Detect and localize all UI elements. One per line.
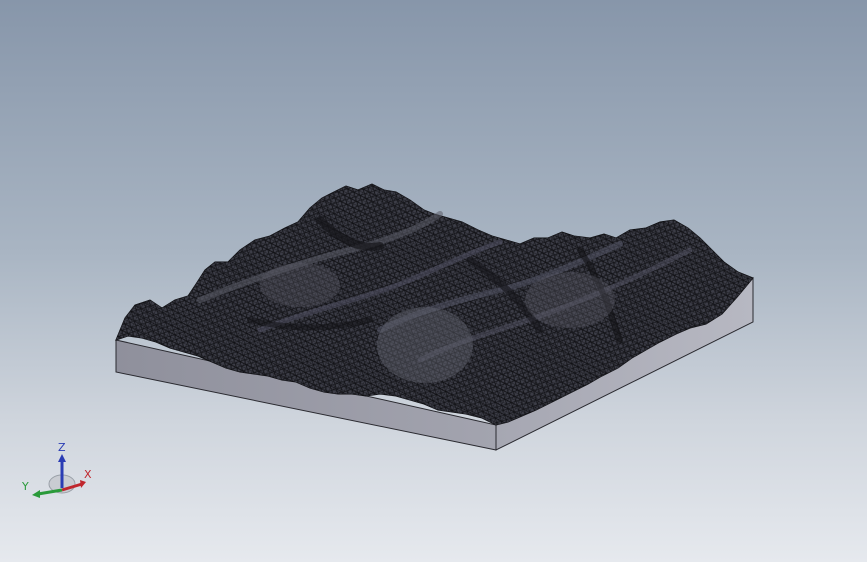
z-axis-label: Z [58,441,66,454]
3d-viewport[interactable]: Z X Y [0,0,867,562]
y-axis-label: Y [21,480,29,493]
x-axis-arrow-icon [80,480,86,488]
orientation-triad[interactable]: Z X Y [18,440,98,504]
y-axis [37,488,63,496]
z-axis-arrow-icon [58,454,66,462]
y-axis-arrow-icon [32,490,40,498]
terrain-model[interactable] [0,0,867,562]
x-axis-label: X [84,468,92,481]
